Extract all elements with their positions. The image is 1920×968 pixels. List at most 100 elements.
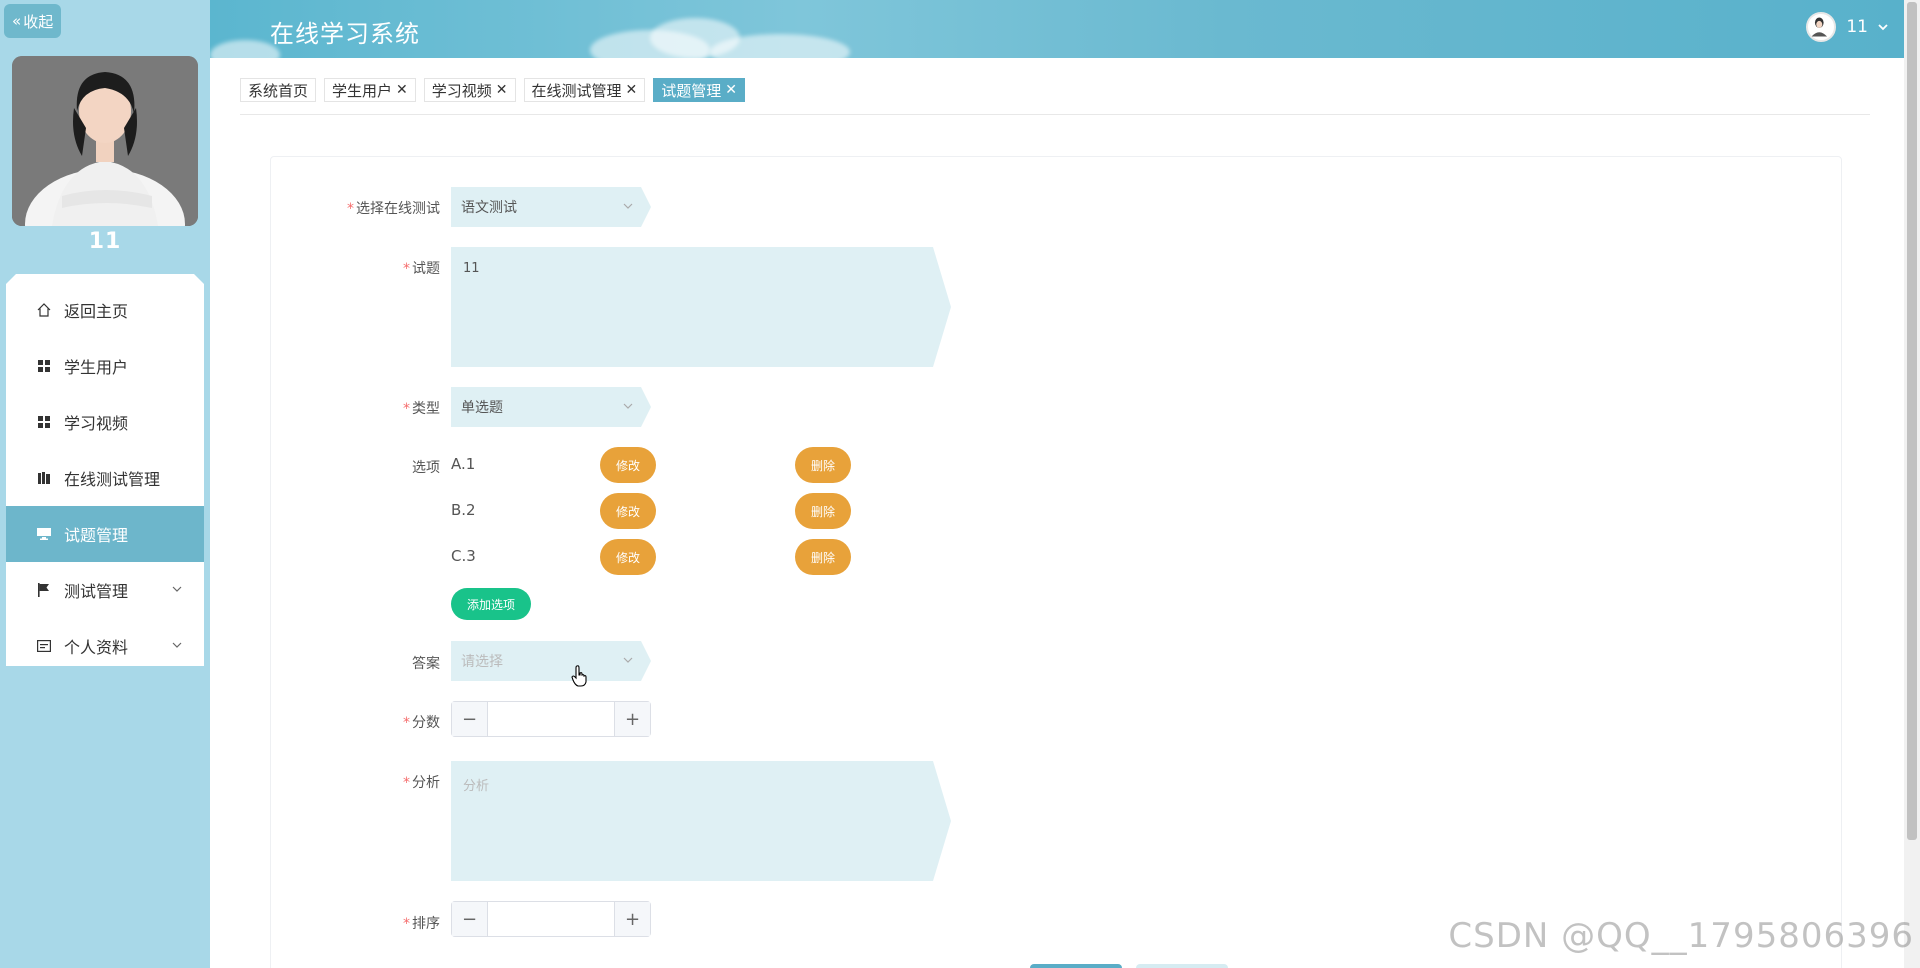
- sidebar-item-label: 学习视频: [64, 414, 129, 433]
- tab-label: 在线测试管理: [531, 81, 622, 100]
- sidebar-item-test-management[interactable]: 测试管理: [6, 562, 204, 618]
- tab-home[interactable]: 系统首页: [240, 78, 317, 102]
- score-label: * 分数: [270, 712, 440, 732]
- type-label: * 类型: [270, 398, 440, 418]
- decrement-button[interactable]: −: [452, 702, 488, 736]
- home-icon: [36, 302, 52, 318]
- hand-cursor-icon: [571, 665, 587, 687]
- select-value: 语文测试: [461, 200, 517, 216]
- options-label: 选项: [270, 457, 440, 477]
- edit-option-button[interactable]: 修改: [600, 493, 656, 529]
- sidebar-item-question-management[interactable]: 试题管理: [6, 506, 204, 562]
- type-select[interactable]: 单选题: [451, 387, 651, 427]
- tab-study-videos[interactable]: 学习视频 ✕: [423, 78, 516, 102]
- required-mark: *: [403, 715, 410, 731]
- sidebar-item-label: 在线测试管理: [64, 470, 161, 489]
- monitor-icon: [36, 526, 52, 542]
- sidebar-item-online-test-management[interactable]: 在线测试管理: [6, 450, 204, 506]
- test-select[interactable]: 语文测试: [451, 187, 651, 227]
- sidebar-item-student-users[interactable]: 学生用户: [6, 338, 204, 394]
- close-icon[interactable]: ✕: [496, 82, 508, 98]
- sidebar: « 收起 11 返回主页 学生用户 学习视频 在线测试管理 试题管理 测试管理 …: [0, 0, 210, 968]
- app-title: 在线学习系统: [270, 20, 420, 48]
- delete-option-button[interactable]: 删除: [795, 447, 851, 483]
- decrement-button[interactable]: −: [452, 902, 488, 936]
- sidebar-item-label: 测试管理: [64, 582, 129, 601]
- scrollbar-thumb[interactable]: [1907, 2, 1917, 840]
- tabs-divider: [240, 114, 1870, 115]
- close-icon[interactable]: ✕: [626, 82, 638, 98]
- id-card-icon: [36, 638, 52, 654]
- required-mark: *: [347, 201, 354, 217]
- avatar-icon: [1808, 14, 1831, 37]
- tab-label: 系统首页: [248, 81, 309, 100]
- header-avatar: [1806, 12, 1837, 42]
- label-text: 类型: [412, 401, 440, 417]
- required-mark: *: [403, 775, 410, 791]
- grid-icon: [36, 414, 52, 430]
- page-scrollbar[interactable]: [1904, 0, 1920, 968]
- sidebar-item-label: 试题管理: [64, 526, 129, 545]
- avatar-photo: [12, 56, 198, 226]
- edit-option-button[interactable]: 修改: [600, 539, 656, 575]
- label-text: 答案: [412, 656, 440, 672]
- sidebar-item-home[interactable]: 返回主页: [6, 282, 204, 338]
- sidebar-item-label: 返回主页: [64, 302, 129, 321]
- required-mark: *: [403, 916, 410, 932]
- label-text: 试题: [412, 261, 440, 277]
- double-chevron-left-icon: «: [12, 12, 22, 30]
- user-avatar: [12, 56, 198, 226]
- tab-student-users[interactable]: 学生用户 ✕: [324, 78, 416, 102]
- chevron-down-icon: [623, 657, 633, 663]
- submit-button[interactable]: [1030, 964, 1122, 968]
- answer-select[interactable]: 请选择: [451, 641, 651, 681]
- score-stepper: − +: [451, 701, 651, 737]
- label-text: 分数: [412, 715, 440, 731]
- chevron-down-icon: [623, 403, 633, 409]
- question-textarea[interactable]: 11: [451, 247, 951, 367]
- option-item: C.3: [451, 547, 476, 565]
- flag-icon: [36, 582, 52, 598]
- chevron-down-icon: [172, 642, 182, 648]
- watermark: CSDN @QQ__1795806396: [1448, 916, 1914, 956]
- cancel-button[interactable]: [1136, 964, 1228, 968]
- tab-bar: 系统首页 学生用户 ✕ 学习视频 ✕ 在线测试管理 ✕ 试题管理 ✕: [240, 78, 746, 102]
- sidebar-item-study-videos[interactable]: 学习视频: [6, 394, 204, 450]
- sidebar-item-label: 学生用户: [64, 358, 129, 377]
- collapse-button[interactable]: « 收起: [4, 4, 62, 38]
- increment-button[interactable]: +: [614, 902, 650, 936]
- analysis-label: * 分析: [270, 772, 440, 792]
- question-label: * 试题: [270, 258, 440, 278]
- close-icon[interactable]: ✕: [396, 82, 408, 98]
- collapse-label: 收起: [23, 12, 54, 31]
- select-value: 单选题: [461, 400, 503, 416]
- chevron-down-icon: [172, 586, 182, 592]
- sidebar-item-profile[interactable]: 个人资料: [6, 618, 204, 666]
- tab-label: 学生用户: [332, 81, 393, 100]
- chevron-down-icon: [1878, 24, 1888, 31]
- tab-label: 学习视频: [431, 81, 492, 100]
- test-select-label: * 选择在线测试: [270, 198, 440, 218]
- required-mark: *: [403, 261, 410, 277]
- label-text: 分析: [412, 775, 440, 791]
- label-text: 选择在线测试: [356, 201, 440, 217]
- edit-option-button[interactable]: 修改: [600, 447, 656, 483]
- label-text: 选项: [412, 460, 440, 476]
- score-input[interactable]: [488, 702, 614, 736]
- chevron-down-icon: [623, 203, 633, 209]
- add-option-button[interactable]: 添加选项: [451, 588, 531, 620]
- delete-option-button[interactable]: 删除: [795, 539, 851, 575]
- analysis-textarea[interactable]: 分析: [451, 761, 951, 881]
- tab-online-test-management[interactable]: 在线测试管理 ✕: [523, 78, 646, 102]
- select-placeholder: 请选择: [461, 654, 503, 670]
- tab-label: 试题管理: [661, 81, 722, 100]
- order-input[interactable]: [488, 902, 614, 936]
- order-stepper: − +: [451, 901, 651, 937]
- close-icon[interactable]: ✕: [725, 82, 737, 98]
- increment-button[interactable]: +: [614, 702, 650, 736]
- delete-option-button[interactable]: 删除: [795, 493, 851, 529]
- tab-question-management[interactable]: 试题管理 ✕: [653, 78, 746, 102]
- option-item: A.1: [451, 455, 476, 473]
- book-icon: [36, 470, 52, 486]
- header-user-menu[interactable]: 11: [1806, 12, 1888, 42]
